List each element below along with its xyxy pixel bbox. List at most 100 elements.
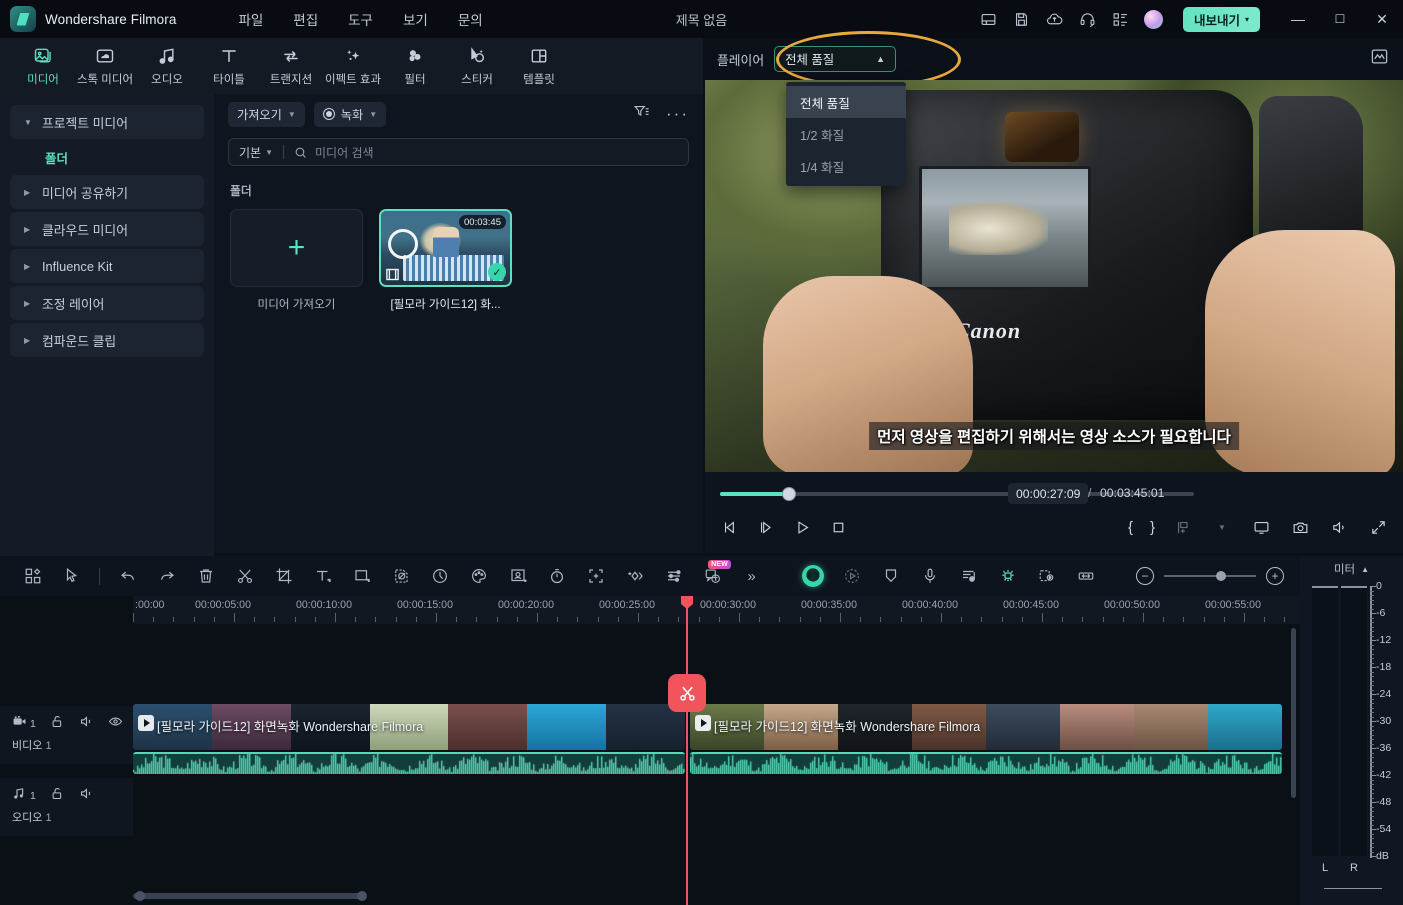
timeline-clip-audio-1[interactable]: [133, 752, 685, 774]
crop-icon[interactable]: [264, 559, 303, 593]
sidebar-item-share-media[interactable]: ▶ 미디어 공유하기: [10, 175, 204, 209]
mark-in-icon[interactable]: {: [1128, 519, 1133, 536]
sidebar-item-folder[interactable]: 폴더: [0, 142, 214, 172]
sidebar-item-cloud-media[interactable]: ▶ 클라우드 미디어: [10, 212, 204, 246]
grid-templates-icon[interactable]: [13, 559, 52, 593]
quality-select[interactable]: 전체 품질 ▲: [774, 46, 897, 72]
import-media-tile[interactable]: +: [230, 209, 363, 287]
zoom-slider[interactable]: [1164, 571, 1256, 581]
media-tile-import[interactable]: + 미디어 가져오기: [230, 209, 363, 312]
tab-filter[interactable]: 필터: [384, 41, 446, 91]
headset-icon[interactable]: [1071, 0, 1104, 38]
search-scope-select[interactable]: 기본 ▼: [239, 144, 273, 161]
zoom-in-button[interactable]: +: [1266, 567, 1284, 585]
export-button[interactable]: 내보내기 ▾: [1182, 6, 1260, 32]
triangle-up-icon[interactable]: ▲: [1361, 565, 1369, 574]
more-icon[interactable]: »: [732, 559, 771, 593]
search-bar[interactable]: 기본 ▼ 미디어 검색: [228, 138, 689, 166]
tab-media[interactable]: 미디어: [12, 41, 74, 91]
more-horizontal-icon[interactable]: ···: [666, 105, 689, 122]
minimize-button[interactable]: —: [1277, 0, 1319, 38]
timer-icon[interactable]: [537, 559, 576, 593]
tab-audio[interactable]: 오디오: [136, 41, 198, 91]
timeline-clip-video-2[interactable]: [필모라 가이드12] 화면녹화 Wondershare Filmora: [690, 704, 1282, 750]
timeline-vertical-scrollbar[interactable]: [1291, 628, 1296, 798]
sidebar-item-project-media[interactable]: ▼ 프로젝트 미디어: [10, 105, 204, 139]
timeline-ruler[interactable]: :00:00 00:00:05:00 00:00:10:00 00:00:15:…: [133, 596, 1300, 624]
delete-icon[interactable]: [186, 559, 225, 593]
tab-title[interactable]: 타이틀: [198, 41, 260, 91]
tab-stock-media[interactable]: 스톡 미디어: [74, 41, 136, 91]
filter-sort-icon[interactable]: [633, 103, 650, 125]
lock-icon[interactable]: [50, 714, 65, 734]
tab-template[interactable]: 템플릿: [508, 41, 570, 91]
text-to-speech-icon[interactable]: NEW: [693, 559, 732, 593]
color-icon[interactable]: [459, 559, 498, 593]
save-icon[interactable]: [1005, 0, 1038, 38]
camera-icon[interactable]: [1289, 516, 1311, 538]
current-time[interactable]: 00:00:27:09: [1008, 483, 1089, 504]
text-icon[interactable]: [303, 559, 342, 593]
cloud-upload-icon[interactable]: [1038, 0, 1071, 38]
shape-icon[interactable]: [342, 559, 381, 593]
menu-edit[interactable]: 편집: [293, 9, 318, 29]
play-icon[interactable]: [791, 516, 813, 538]
fit-timeline-icon[interactable]: [1066, 559, 1105, 593]
split-icon[interactable]: [225, 559, 264, 593]
mark-out-icon[interactable]: }: [1150, 519, 1155, 536]
split-at-playhead-button[interactable]: [668, 674, 706, 712]
lock-icon[interactable]: [50, 786, 65, 806]
preview-render-icon[interactable]: [1027, 559, 1066, 593]
zoom-slider-handle[interactable]: [1216, 571, 1226, 581]
undo-icon[interactable]: [108, 559, 147, 593]
record-button[interactable]: 녹화 ▼: [313, 101, 387, 127]
quality-option-quarter[interactable]: 1/4 화질: [786, 150, 906, 182]
menu-file[interactable]: 파일: [238, 9, 263, 29]
chevron-down-icon[interactable]: ▼: [1211, 516, 1233, 538]
fullscreen-icon[interactable]: [1367, 516, 1389, 538]
timeline-horizontal-scrollbar[interactable]: [133, 891, 1300, 901]
quality-option-full[interactable]: 전체 품질: [786, 86, 906, 118]
mask-icon[interactable]: [381, 559, 420, 593]
import-button[interactable]: 가져오기 ▼: [228, 101, 305, 127]
quality-dropdown-menu[interactable]: 전체 품질 1/2 화질 1/4 화질: [786, 82, 906, 186]
meter-header[interactable]: 미터 ▲: [1300, 556, 1403, 582]
timeline-playhead[interactable]: [668, 596, 706, 905]
eye-icon[interactable]: [108, 714, 123, 734]
media-tile-clip[interactable]: 00:03:45 ✓ [필모라 가이드12] 화...: [379, 209, 512, 312]
timeline-clip-audio-2[interactable]: [690, 752, 1282, 774]
menu-view[interactable]: 보기: [403, 9, 428, 29]
next-frame-icon[interactable]: [755, 516, 777, 538]
shield-icon[interactable]: [871, 559, 910, 593]
audio-mix-icon[interactable]: [949, 559, 988, 593]
menu-tools[interactable]: 도구: [348, 9, 373, 29]
snapshot-dropdown-icon[interactable]: [1172, 516, 1194, 538]
scrubber-handle[interactable]: [782, 487, 796, 501]
timeline-clip-video-1[interactable]: [필모라 가이드12] 화면녹화 Wondershare Filmora: [133, 704, 685, 750]
apps-grid-icon[interactable]: [1104, 0, 1137, 38]
mute-icon[interactable]: [79, 714, 94, 734]
tab-effects[interactable]: 이펙트 효과: [322, 41, 384, 91]
waveform-icon[interactable]: [1370, 47, 1389, 71]
menu-contact[interactable]: 문의: [458, 9, 483, 29]
screen-icon[interactable]: [1250, 516, 1272, 538]
tab-transition[interactable]: 트랜지션: [260, 41, 322, 91]
stop-icon[interactable]: [827, 516, 849, 538]
avatar[interactable]: [1137, 0, 1170, 38]
autoreframe-icon[interactable]: [576, 559, 615, 593]
sidebar-item-adjustment-layer[interactable]: ▶ 조정 레이어: [10, 286, 204, 320]
motion-tracking-icon[interactable]: [832, 559, 871, 593]
quality-option-half[interactable]: 1/2 화질: [786, 118, 906, 150]
keyframe-icon[interactable]: [615, 559, 654, 593]
search-input[interactable]: 미디어 검색: [315, 144, 374, 161]
tab-sticker[interactable]: 스티커: [446, 41, 508, 91]
mute-icon[interactable]: [79, 786, 94, 806]
close-button[interactable]: ✕: [1361, 0, 1403, 38]
ai-avatar-icon[interactable]: [793, 559, 832, 593]
redo-icon[interactable]: [147, 559, 186, 593]
adjust-icon[interactable]: [654, 559, 693, 593]
volume-icon[interactable]: [1328, 516, 1350, 538]
mic-icon[interactable]: [910, 559, 949, 593]
sidebar-item-compound-clip[interactable]: ▶ 컴파운드 클립: [10, 323, 204, 357]
chroma-key-icon[interactable]: [988, 559, 1027, 593]
